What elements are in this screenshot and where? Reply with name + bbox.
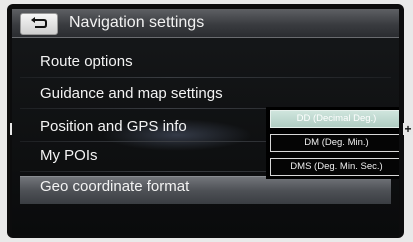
menu-item-route-options[interactable]: Route options (40, 52, 133, 72)
back-button[interactable] (20, 13, 58, 35)
menu-item-position-gps-info[interactable]: Position and GPS info (40, 117, 187, 137)
menu-item-guidance-map-settings[interactable]: Guidance and map settings (40, 84, 223, 104)
menu-item-geo-coordinate-format[interactable]: Geo coordinate format (40, 177, 189, 197)
back-arrow-icon (30, 15, 48, 33)
option-dms-deg-min-sec[interactable]: DMS (Deg. Min. Sec.) (270, 158, 399, 176)
option-dm-deg-min[interactable]: DM (Deg. Min.) (270, 134, 399, 152)
menu-item-my-pois[interactable]: My POIs (40, 146, 98, 166)
coordinate-format-popup: DD (Decimal Deg.) DM (Deg. Min.) DMS (De… (266, 107, 399, 179)
screen: Navigation settings Route options Guidan… (12, 9, 399, 235)
page-title: Navigation settings (69, 14, 205, 31)
divider (20, 77, 391, 78)
right-plus-indicator: + (403, 122, 413, 136)
option-dd-decimal-deg[interactable]: DD (Decimal Deg.) (270, 110, 399, 128)
title-bar: Navigation settings (12, 9, 399, 38)
